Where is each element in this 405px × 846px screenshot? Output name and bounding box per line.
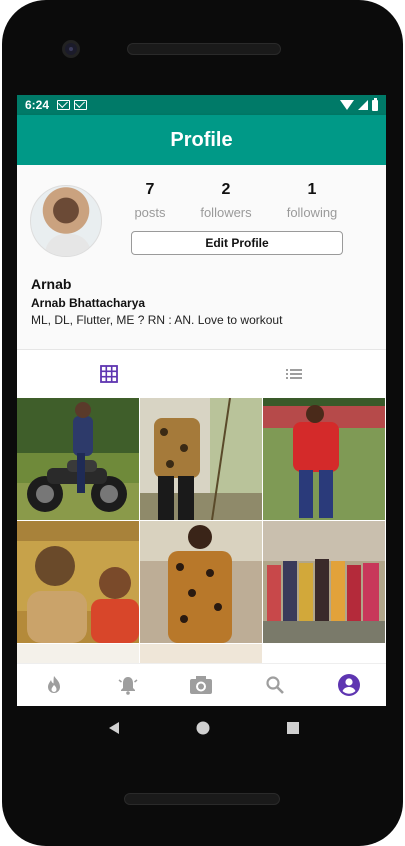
nav-feed[interactable] bbox=[17, 664, 91, 706]
bio: ML, DL, Flutter, ME ? RN : AN. Love to w… bbox=[31, 313, 283, 327]
bottom-speaker bbox=[124, 793, 280, 805]
list-icon bbox=[285, 369, 302, 379]
post-red-shirt[interactable] bbox=[263, 398, 385, 520]
view-tabs bbox=[17, 350, 386, 398]
status-time: 6:24 bbox=[25, 98, 50, 112]
username: Arnab bbox=[31, 276, 72, 292]
post-group-photo[interactable] bbox=[263, 521, 385, 643]
avatar-shirt bbox=[45, 234, 91, 256]
post-grid bbox=[17, 398, 386, 663]
back-icon[interactable] bbox=[106, 720, 122, 736]
system-navigation bbox=[19, 706, 388, 750]
post-partial-3[interactable] bbox=[263, 644, 385, 663]
mail-icon bbox=[74, 100, 88, 110]
post-couple-selfie[interactable] bbox=[17, 521, 139, 643]
stat-following-value: 1 bbox=[307, 181, 317, 198]
nav-camera[interactable] bbox=[165, 664, 239, 706]
status-bar: 6:24 bbox=[17, 95, 386, 115]
post-partial-1[interactable] bbox=[17, 644, 139, 663]
stat-following-label: following bbox=[286, 205, 338, 220]
stat-followers[interactable]: 2 followers bbox=[191, 181, 261, 220]
nav-profile[interactable] bbox=[312, 664, 386, 706]
front-camera bbox=[62, 40, 80, 58]
stat-followers-label: followers bbox=[200, 205, 252, 220]
wifi-icon bbox=[340, 100, 354, 110]
recents-icon[interactable] bbox=[285, 720, 301, 736]
stat-posts-label: posts bbox=[134, 205, 166, 220]
flame-icon bbox=[47, 676, 60, 693]
avatar[interactable] bbox=[30, 185, 102, 257]
post-printed-shirt-outdoor[interactable] bbox=[140, 398, 262, 521]
tab-grid[interactable] bbox=[17, 350, 202, 398]
phone-screen: 6:24 Profile 7 posts 2 followers 1 follo… bbox=[17, 95, 386, 706]
stat-posts[interactable]: 7 posts bbox=[115, 181, 185, 220]
stat-followers-value: 2 bbox=[221, 181, 231, 198]
top-speaker bbox=[127, 43, 281, 55]
signal-icon bbox=[358, 100, 368, 110]
stat-posts-value: 7 bbox=[145, 181, 155, 198]
search-icon bbox=[266, 676, 285, 694]
stat-following[interactable]: 1 following bbox=[277, 181, 347, 220]
nav-notifications[interactable] bbox=[91, 664, 165, 706]
battery-icon bbox=[372, 97, 378, 111]
profile-header: 7 posts 2 followers 1 following Edit Pro… bbox=[17, 165, 386, 349]
post-motorcycle[interactable] bbox=[17, 398, 139, 520]
tab-list[interactable] bbox=[202, 350, 387, 398]
full-name: Arnab Bhattacharya bbox=[31, 296, 146, 310]
grid-icon bbox=[100, 365, 119, 383]
bottom-navigation bbox=[17, 663, 386, 706]
bell-icon bbox=[118, 677, 138, 695]
mail-icon bbox=[57, 100, 71, 110]
nav-search[interactable] bbox=[238, 664, 312, 706]
camera-icon bbox=[190, 676, 213, 694]
device-frame: 6:24 Profile 7 posts 2 followers 1 follo… bbox=[2, 0, 403, 846]
app-bar: Profile bbox=[17, 115, 386, 165]
edit-profile-button[interactable]: Edit Profile bbox=[131, 231, 343, 255]
home-icon[interactable] bbox=[195, 720, 211, 736]
post-printed-shirt-portrait[interactable] bbox=[140, 521, 262, 643]
post-partial-2[interactable] bbox=[140, 644, 262, 663]
page-title: Profile bbox=[170, 128, 233, 151]
account-icon bbox=[338, 674, 361, 696]
